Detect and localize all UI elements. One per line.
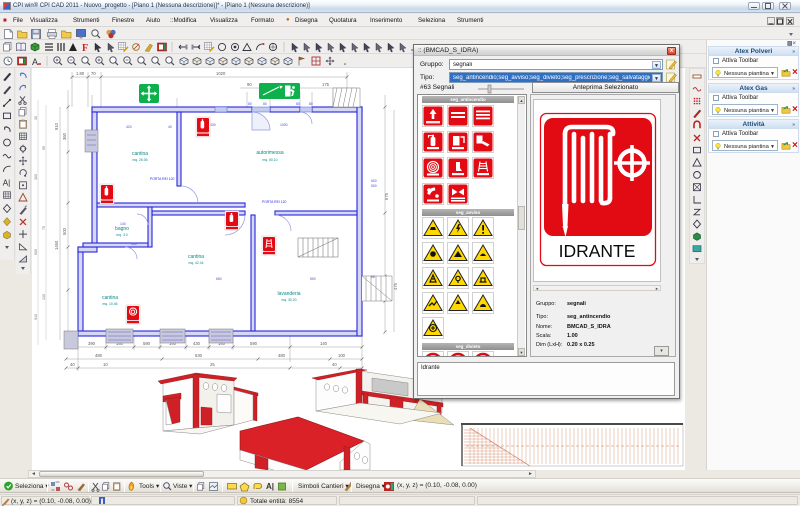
- svg-text:75: 75: [42, 226, 46, 230]
- svg-text:95: 95: [42, 146, 46, 150]
- svg-text:10: 10: [103, 362, 108, 367]
- svg-text:mq. 60.10: mq. 60.10: [262, 158, 277, 162]
- svg-text:PORTA REI 120: PORTA REI 120: [262, 200, 286, 204]
- svg-text:80: 80: [296, 102, 300, 106]
- svg-text:PORTA REI 120: PORTA REI 120: [150, 177, 174, 181]
- svg-text:600: 600: [371, 179, 377, 183]
- svg-text:1000: 1000: [280, 123, 288, 127]
- svg-text:430: 430: [193, 341, 201, 346]
- svg-text:475: 475: [393, 282, 398, 290]
- svg-text:910: 910: [34, 314, 38, 320]
- svg-text:mq. 10.46: mq. 10.46: [102, 302, 117, 306]
- svg-text:100: 100: [131, 242, 137, 246]
- svg-text:80: 80: [263, 102, 267, 106]
- svg-text:910: 910: [54, 122, 59, 130]
- svg-text:A: A: [32, 57, 38, 67]
- svg-text:175: 175: [322, 82, 330, 87]
- svg-text:100: 100: [338, 353, 346, 358]
- svg-text:130: 130: [42, 294, 46, 300]
- svg-text:360: 360: [62, 132, 67, 140]
- svg-text:A|: A|: [3, 179, 10, 188]
- svg-text:80: 80: [309, 102, 313, 106]
- svg-text:360: 360: [34, 174, 38, 180]
- svg-text:lavanderia: lavanderia: [277, 291, 300, 297]
- svg-text:480: 480: [278, 353, 286, 358]
- svg-text:650: 650: [216, 277, 222, 281]
- svg-text:500: 500: [34, 249, 38, 255]
- svg-text:1.80: 1.80: [76, 71, 85, 76]
- svg-text:cantina: cantina: [102, 295, 118, 301]
- svg-text:mq. 26.06: mq. 26.06: [132, 158, 147, 162]
- svg-text:70: 70: [91, 71, 96, 76]
- svg-text:590: 590: [250, 341, 258, 346]
- svg-text:80: 80: [248, 102, 252, 106]
- svg-text:40: 40: [332, 362, 337, 367]
- svg-text:30: 30: [34, 116, 38, 120]
- svg-text:140: 140: [120, 222, 126, 226]
- svg-text:25: 25: [210, 362, 215, 367]
- svg-text:F: F: [82, 43, 88, 54]
- svg-text:cantina: cantina: [132, 151, 148, 157]
- svg-text:530: 530: [195, 353, 203, 358]
- svg-text:88: 88: [371, 275, 375, 279]
- svg-text:A|: A|: [266, 482, 274, 491]
- svg-text:420: 420: [126, 125, 132, 129]
- svg-text:cantina: cantina: [188, 254, 204, 260]
- svg-text:90: 90: [247, 82, 252, 87]
- svg-text:500: 500: [62, 227, 67, 235]
- svg-text:675: 675: [384, 192, 389, 200]
- svg-text:mq. 30.20: mq. 30.20: [281, 298, 296, 302]
- svg-text:bagno: bagno: [115, 226, 129, 232]
- svg-text:430: 430: [210, 123, 216, 127]
- svg-text:390: 390: [88, 341, 96, 346]
- svg-text:140: 140: [320, 341, 328, 346]
- svg-text:1460: 1460: [54, 240, 59, 250]
- svg-text:590: 590: [143, 341, 151, 346]
- svg-text:40: 40: [168, 125, 172, 129]
- svg-text:500: 500: [371, 184, 377, 188]
- svg-text:1020: 1020: [216, 71, 226, 76]
- svg-text:mq. 3.0: mq. 3.0: [116, 233, 127, 237]
- svg-text:500: 500: [310, 277, 316, 281]
- svg-text:mq. 42.44: mq. 42.44: [188, 261, 203, 265]
- svg-text:40: 40: [70, 362, 75, 367]
- svg-text:480: 480: [95, 353, 103, 358]
- svg-text:autorimessa: autorimessa: [256, 150, 283, 156]
